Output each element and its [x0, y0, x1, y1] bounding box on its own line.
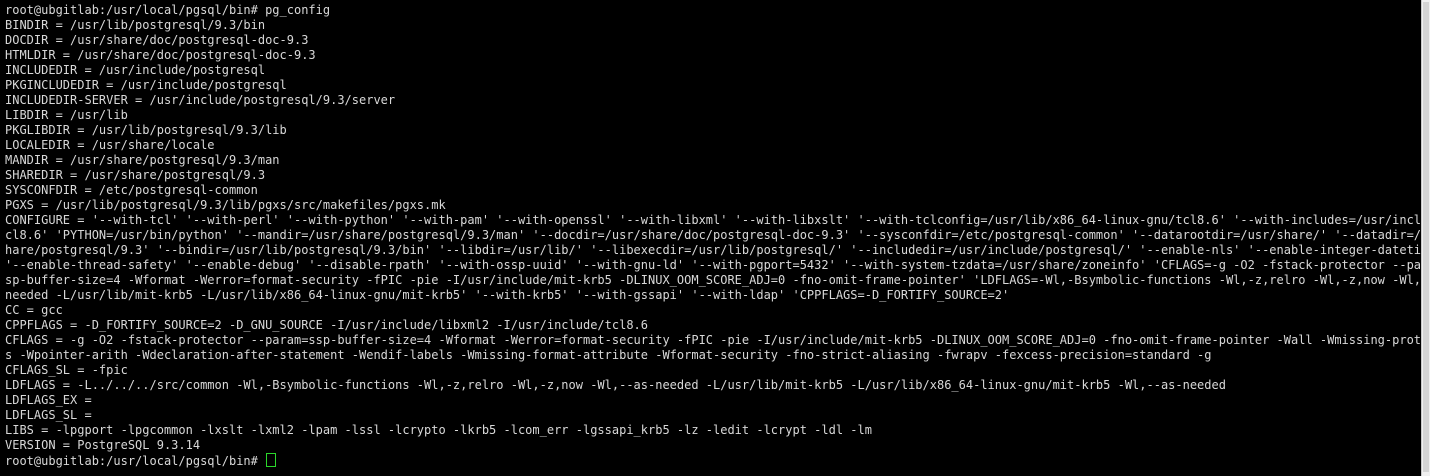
- output-line: '--enable-thread-safety' '--enable-debug…: [5, 258, 1422, 272]
- output-line: INCLUDEDIR-SERVER = /usr/include/postgre…: [5, 93, 396, 107]
- output-line: s -Wpointer-arith -Wdeclaration-after-st…: [5, 348, 1212, 362]
- scrollbar-thumb[interactable]: [1423, 2, 1429, 472]
- output-line: CONFIGURE = '--with-tcl' '--with-perl' '…: [5, 213, 1422, 227]
- output-line: PKGINCLUDEDIR = /usr/include/postgresql: [5, 78, 287, 92]
- output-line: DOCDIR = /usr/share/doc/postgresql-doc-9…: [5, 33, 309, 47]
- output-line: sp-buffer-size=4 -Wformat -Werror=format…: [5, 273, 1422, 287]
- output-line: PKGLIBDIR = /usr/lib/postgresql/9.3/lib: [5, 123, 287, 137]
- output-line: VERSION = PostgreSQL 9.3.14: [5, 438, 201, 452]
- output-line: hare/postgresql/9.3' '--bindir=/usr/lib/…: [5, 243, 1422, 257]
- output-line: root@ubgitlab:/usr/local/pgsql/bin# pg_c…: [5, 3, 331, 17]
- output-line: PGXS = /usr/lib/postgresql/9.3/lib/pgxs/…: [5, 198, 446, 212]
- output-line: LIBS = -lpgport -lpgcommon -lxslt -lxml2…: [5, 423, 872, 437]
- output-line: BINDIR = /usr/lib/postgresql/9.3/bin: [5, 18, 266, 32]
- vertical-scrollbar[interactable]: [1421, 0, 1430, 476]
- text-cursor: [266, 453, 277, 467]
- output-line: HTMLDIR = /usr/share/doc/postgresql-doc-…: [5, 48, 316, 62]
- output-line: LDFLAGS_SL =: [5, 408, 92, 422]
- prompt-line[interactable]: root@ubgitlab:/usr/local/pgsql/bin#: [5, 453, 1422, 468]
- output-line: cl8.6' 'PYTHON=/usr/bin/python' '--mandi…: [5, 228, 1422, 242]
- output-line: MANDIR = /usr/share/postgresql/9.3/man: [5, 153, 280, 167]
- output-line: LIBDIR = /usr/lib: [5, 108, 128, 122]
- output-line: CFLAGS_SL = -fpic: [5, 363, 128, 377]
- output-line: LDFLAGS = -L../../../src/common -Wl,-Bsy…: [5, 378, 1226, 392]
- output-line: INCLUDEDIR = /usr/include/postgresql: [5, 63, 266, 77]
- terminal-window[interactable]: root@ubgitlab:/usr/local/pgsql/bin# pg_c…: [0, 0, 1422, 476]
- output-line: CPPFLAGS = -D_FORTIFY_SOURCE=2 -D_GNU_SO…: [5, 318, 648, 332]
- output-line: LDFLAGS_EX =: [5, 393, 92, 407]
- output-line: CC = gcc: [5, 303, 63, 317]
- output-line: LOCALEDIR = /usr/share/locale: [5, 138, 215, 152]
- output-line: SHAREDIR = /usr/share/postgresql/9.3: [5, 168, 266, 182]
- output-line: CFLAGS = -g -O2 -fstack-protector --para…: [5, 333, 1422, 347]
- output-line: SYSCONFDIR = /etc/postgresql-common: [5, 183, 258, 197]
- shell-prompt: root@ubgitlab:/usr/local/pgsql/bin#: [5, 454, 266, 468]
- output-line: needed -L/usr/lib/mit-krb5 -L/usr/lib/x8…: [5, 288, 1010, 302]
- terminal-output: root@ubgitlab:/usr/local/pgsql/bin# pg_c…: [5, 3, 1422, 468]
